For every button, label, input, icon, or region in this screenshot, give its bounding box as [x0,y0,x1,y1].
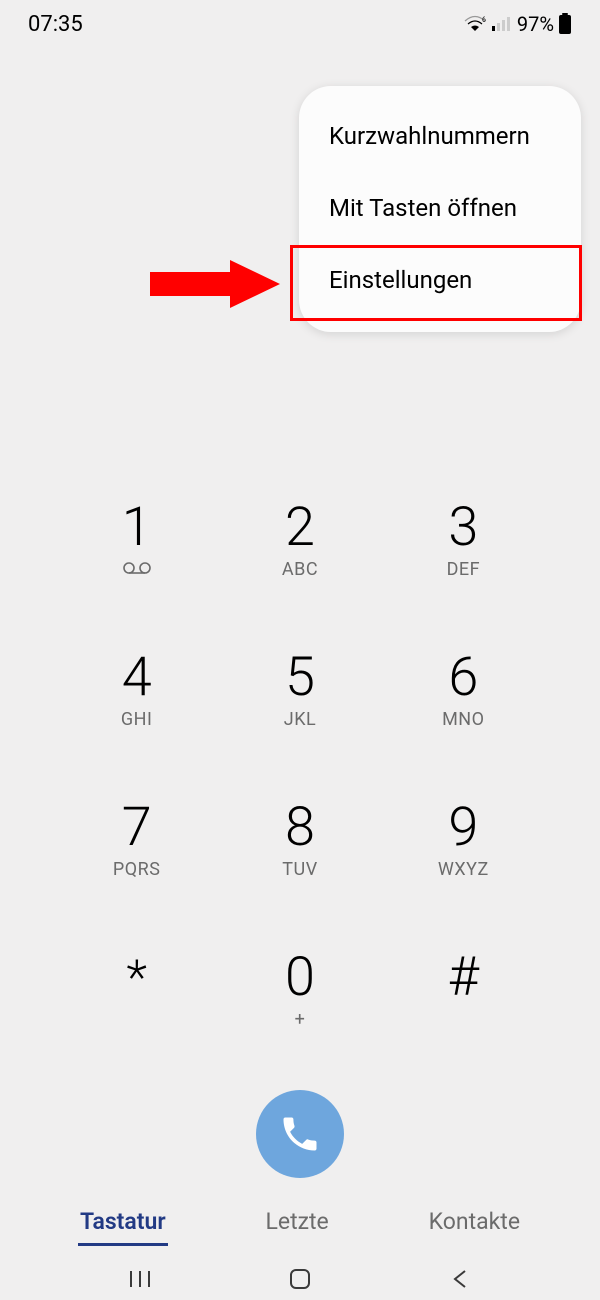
signal-icon [491,16,513,32]
nav-recents-button[interactable] [125,1264,155,1294]
menu-item-settings[interactable]: Einstellungen [299,244,581,316]
key-letters: DEF [447,559,481,579]
key-6[interactable]: 6 MNO [382,630,545,750]
key-8[interactable]: 8 TUV [218,780,381,900]
tab-recent[interactable]: Letzte [264,1204,331,1246]
status-bar: 07:35 6 97% [0,0,600,48]
call-button[interactable] [256,1090,344,1178]
key-digit: 8 [285,801,315,855]
menu-item-speed-dial[interactable]: Kurzwahlnummern [299,100,581,172]
tab-keypad[interactable]: Tastatur [78,1204,168,1246]
key-9[interactable]: 9 WXYZ [382,780,545,900]
tab-contacts[interactable]: Kontakte [427,1204,522,1246]
key-1[interactable]: 1 [55,480,218,600]
key-letters: TUV [282,859,317,879]
menu-item-open-with-keys[interactable]: Mit Tasten öffnen [299,172,581,244]
key-letters: PQRS [113,859,161,879]
key-digit: 7 [122,801,152,855]
nav-home-button[interactable] [285,1264,315,1294]
key-4[interactable]: 4 GHI [55,630,218,750]
wifi-icon: 6 [463,15,487,33]
key-digit: 2 [285,501,315,555]
annotation-arrow [150,260,280,308]
key-3[interactable]: 3 DEF [382,480,545,600]
key-digit: # [448,951,479,1005]
status-time: 07:35 [28,12,83,37]
key-digit: 4 [122,651,152,705]
key-7[interactable]: 7 PQRS [55,780,218,900]
battery-percentage: 97% [517,12,554,36]
key-letters: ABC [282,559,318,579]
dial-keypad: 1 2 ABC 3 DEF 4 GHI 5 JKL 6 MNO 7 PQRS 8… [0,480,600,1050]
key-letters: GHI [121,709,153,729]
nav-back-button[interactable] [445,1264,475,1294]
key-digit: 5 [285,651,315,705]
key-5[interactable]: 5 JKL [218,630,381,750]
key-digit: 1 [122,501,152,555]
voicemail-icon [122,559,152,579]
key-2[interactable]: 2 ABC [218,480,381,600]
key-0[interactable]: 0 + [218,930,381,1050]
nav-bar [0,1258,600,1300]
key-letters: MNO [442,709,484,729]
key-digit: * [126,954,146,1002]
key-letters: JKL [284,709,316,729]
key-digit: 6 [448,651,478,705]
key-hash[interactable]: # [382,930,545,1050]
bottom-tabs: Tastatur Letzte Kontakte [0,1204,600,1246]
svg-text:6: 6 [482,16,486,24]
back-icon [451,1268,469,1290]
key-star[interactable]: * [55,930,218,1050]
key-digit: 0 [285,951,315,1005]
overflow-menu: Kurzwahlnummern Mit Tasten öffnen Einste… [299,86,581,332]
phone-icon [278,1112,322,1156]
battery-icon [558,13,572,35]
key-letters: + [295,1009,306,1029]
recents-icon [128,1269,152,1289]
home-icon [289,1268,311,1290]
status-right-icons: 6 97% [463,12,572,36]
key-digit: 3 [448,501,478,555]
key-digit: 9 [448,801,478,855]
key-letters: WXYZ [438,859,489,879]
